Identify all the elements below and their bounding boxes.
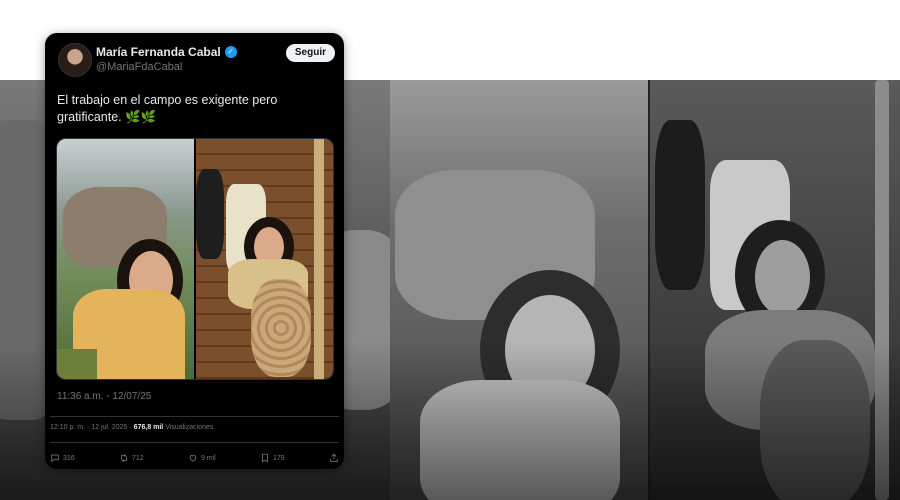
author-name[interactable]: María Fernanda Cabal [96, 45, 221, 59]
share-icon [330, 453, 338, 462]
tweet-emojis: 🌿🌿 [125, 110, 157, 124]
author-handle[interactable]: @MariaFdaCabal [96, 61, 182, 73]
retweet-button[interactable]: 712 [119, 453, 144, 463]
divider-top [50, 416, 339, 417]
avatar[interactable] [58, 43, 92, 77]
like-count: 9 mil [200, 454, 216, 462]
author-row: María Fernanda Cabal ✓ [96, 45, 237, 59]
photo-with-potatoes[interactable] [196, 139, 333, 379]
tweet-text: El trabajo en el campo es exigente pero … [57, 92, 327, 126]
like-icon [189, 455, 197, 462]
bookmark-button[interactable]: 179 [260, 453, 285, 463]
bookmark-icon [262, 453, 268, 463]
tweet-body: El trabajo en el campo es exigente pero … [57, 93, 278, 124]
retweet-icon [121, 453, 127, 463]
post-date[interactable]: 12:10 p. m. · 12 jul. 2025 · [50, 424, 132, 431]
views-label: Visualizaciones [165, 424, 214, 431]
tweet-card[interactable]: María Fernanda Cabal ✓ @MariaFdaCabal Se… [45, 33, 344, 469]
bookmark-count: 179 [273, 454, 285, 462]
reply-icon [51, 454, 59, 463]
verified-icon: ✓ [224, 46, 237, 58]
photo-carrying-sack[interactable] [57, 139, 194, 379]
retweet-count: 712 [131, 454, 144, 462]
photo-timestamp: 11:36 a.m. - 12/07/25 [57, 391, 152, 402]
tweet-actions: 316 712 9 mil 179 [50, 451, 339, 465]
reply-count: 316 [63, 454, 75, 462]
tweet-media[interactable] [56, 138, 334, 380]
like-button[interactable]: 9 mil [188, 453, 216, 463]
share-button[interactable] [329, 453, 339, 463]
views-count: 676,8 mil [133, 424, 164, 431]
reply-button[interactable]: 316 [50, 453, 75, 463]
divider-bottom [50, 442, 339, 443]
follow-button[interactable]: Seguir [285, 44, 335, 62]
tweet-meta: 12:10 p. m. · 12 jul. 2025 · 676,8 mil V… [50, 424, 213, 431]
